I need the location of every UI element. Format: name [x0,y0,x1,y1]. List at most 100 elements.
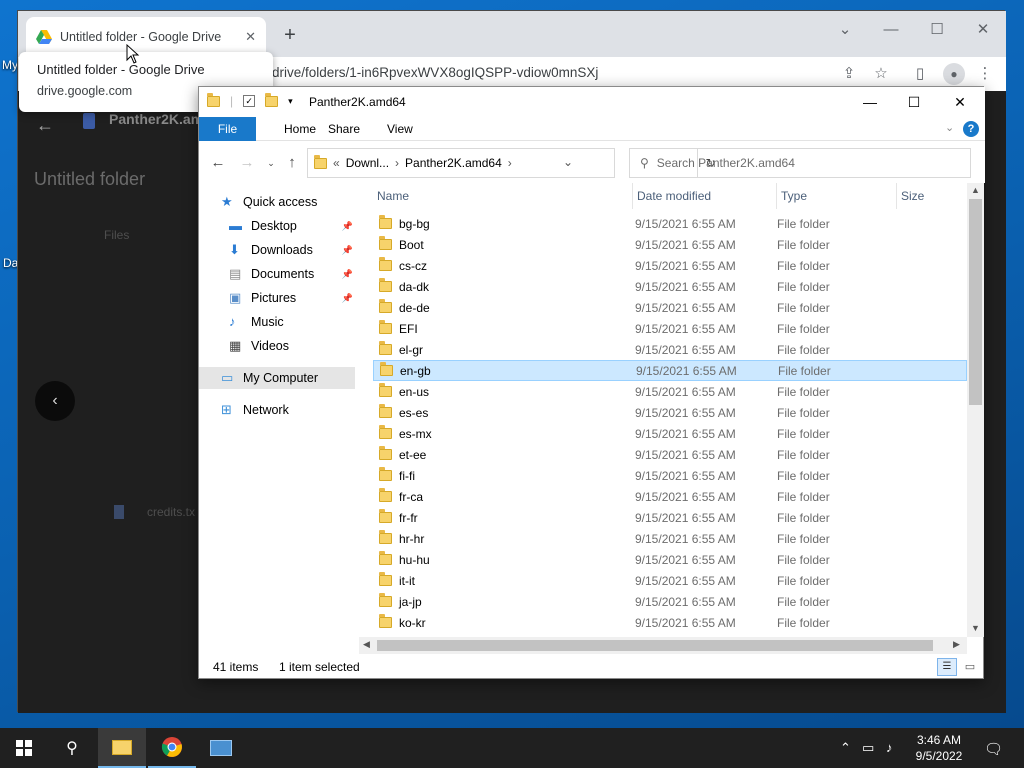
nav-item[interactable]: ⊞ Network [199,399,355,421]
breadcrumb-overflow[interactable]: « [333,156,340,170]
details-view-icon[interactable]: ☰ [937,658,957,676]
column-headers: Name Date modified Type Size [373,183,967,209]
close-window-button[interactable]: ✕ [968,17,998,43]
file-row[interactable]: da-dk 9/15/2021 6:55 AM File folder [373,276,967,297]
file-row[interactable]: fr-fr 9/15/2021 6:55 AM File folder [373,507,967,528]
minimize-button[interactable]: — [876,17,906,43]
file-row[interactable]: EFI 9/15/2021 6:55 AM File folder [373,318,967,339]
scroll-down-icon[interactable]: ▼ [971,623,980,633]
back-arrow-icon[interactable]: ← [208,153,228,173]
expand-ribbon-icon[interactable]: ⌄ [945,121,954,134]
menu-kebab-icon[interactable]: ⋮ [976,65,994,83]
help-icon[interactable]: ? [963,121,979,137]
scroll-left-icon[interactable]: ◀ [363,639,370,650]
file-row[interactable]: ko-kr 9/15/2021 6:55 AM File folder [373,612,967,633]
file-row[interactable]: es-es 9/15/2021 6:55 AM File folder [373,402,967,423]
search-box[interactable]: ⚲ Search Panther2K.amd64 [629,148,971,178]
explorer-titlebar: | ✓ ▾ Panther2K.amd64 — ☐ ✕ [199,87,985,117]
folder-icon [379,257,392,271]
scroll-right-icon[interactable]: ▶ [953,639,960,650]
nav-item[interactable]: ★ Quick access [199,191,355,213]
tab-share[interactable]: Share [316,117,372,141]
nav-item[interactable]: ▤ Documents 📌 [199,263,355,285]
column-name[interactable]: Name [373,183,633,209]
file-row[interactable]: fr-ca 9/15/2021 6:55 AM File folder [373,486,967,507]
browser-tab[interactable]: Untitled folder - Google Drive ✕ [26,17,266,57]
large-icons-view-icon[interactable]: ▭ [961,658,979,676]
side-panel-icon[interactable]: ▯ [911,65,929,83]
previous-arrow-button[interactable]: ‹ [35,381,75,421]
up-arrow-icon[interactable]: ↑ [282,153,302,173]
nav-item[interactable]: ⬇ Downloads 📌 [199,239,355,261]
start-button[interactable] [0,728,48,768]
show-hidden-icons-icon[interactable]: ⌃ [840,740,851,756]
share-icon[interactable]: ⇪ [840,65,858,83]
file-row[interactable]: et-ee 9/15/2021 6:55 AM File folder [373,444,967,465]
customize-dropdown-icon[interactable]: ▾ [288,96,293,107]
file-row[interactable]: en-us 9/15/2021 6:55 AM File folder [373,381,967,402]
file-row[interactable]: it-it 9/15/2021 6:55 AM File folder [373,570,967,591]
nav-item[interactable]: ▭ My Computer [199,367,355,389]
column-type[interactable]: Type [777,183,897,209]
tab-view[interactable]: View [375,117,425,141]
clock[interactable]: 3:46 AM 9/5/2022 [904,732,974,764]
close-tab-icon[interactable]: ✕ [245,29,256,45]
notifications-icon[interactable]: 🗨 [984,740,1003,758]
nav-item[interactable]: ▣ Pictures 📌 [199,287,355,309]
horizontal-scroll-thumb[interactable] [377,640,933,651]
file-row[interactable]: hr-hr 9/15/2021 6:55 AM File folder [373,528,967,549]
file-explorer-taskbar-button[interactable] [98,728,146,768]
file-name[interactable]: credits.tx [147,505,195,519]
date-cell: 9/15/2021 6:55 AM [635,237,736,252]
tab-file[interactable]: File [199,117,256,141]
new-tab-button[interactable]: + [280,25,300,45]
breadcrumb-chevron-icon[interactable]: › [395,156,399,170]
file-row[interactable]: bg-bg 9/15/2021 6:55 AM File folder [373,213,967,234]
breadcrumb-downloads[interactable]: Downl... [346,156,389,170]
file-row[interactable]: es-mx 9/15/2021 6:55 AM File folder [373,423,967,444]
profile-avatar-icon[interactable]: ● [943,63,965,85]
minimize-button[interactable]: — [847,89,893,115]
column-size[interactable]: Size [897,183,967,209]
url-text[interactable]: drive/folders/1-in6RpvexWVX8ogIQSPP-vdio… [272,65,598,80]
back-arrow-icon[interactable]: ← [36,115,54,136]
breadcrumb-chevron-icon[interactable]: › [508,156,512,170]
clock-date: 9/5/2022 [915,749,963,763]
file-row[interactable]: cs-cz 9/15/2021 6:55 AM File folder [373,255,967,276]
volume-icon[interactable]: ♪ [886,740,893,755]
file-row[interactable]: hu-hu 9/15/2021 6:55 AM File folder [373,549,967,570]
vertical-scrollbar[interactable]: ▲ ▼ [967,183,984,637]
file-row[interactable]: ja-jp 9/15/2021 6:55 AM File folder [373,591,967,612]
tab-search-icon[interactable]: ⌄ [830,17,860,43]
nav-item[interactable]: ▦ Videos [199,335,355,357]
file-row[interactable]: Boot 9/15/2021 6:55 AM File folder [373,234,967,255]
recent-dropdown-icon[interactable]: ⌄ [261,153,281,173]
new-folder-icon[interactable] [265,92,279,107]
breadcrumb-current[interactable]: Panther2K.amd64 [405,156,502,170]
address-dropdown-icon[interactable]: ⌄ [563,155,573,169]
network-icon[interactable]: ▭ [862,740,874,756]
search-icon[interactable]: ⚲ [48,728,96,768]
horizontal-scrollbar[interactable]: ◀ ▶ [359,637,967,654]
close-button[interactable]: ✕ [937,89,983,115]
scroll-up-icon[interactable]: ▲ [971,185,980,195]
file-row[interactable]: el-gr 9/15/2021 6:55 AM File folder [373,339,967,360]
chrome-taskbar-button[interactable] [148,728,196,768]
file-row[interactable]: en-gb 9/15/2021 6:55 AM File folder [373,360,967,381]
maximize-button[interactable]: ☐ [891,89,937,115]
bookmark-star-icon[interactable]: ☆ [872,65,890,83]
properties-check-icon[interactable]: ✓ [243,95,256,107]
desktop-icon-label[interactable]: My [2,58,18,72]
forward-arrow-icon[interactable]: → [237,153,257,173]
address-bar[interactable]: « Downl... › Panther2K.amd64 › ⌄ ↻ [307,148,716,178]
file-row[interactable]: de-de 9/15/2021 6:55 AM File folder [373,297,967,318]
column-date[interactable]: Date modified [633,183,777,209]
nav-item[interactable]: ▬ Desktop 📌 [199,215,355,237]
app-taskbar-button[interactable] [197,728,245,768]
maximize-button[interactable]: ☐ [922,17,952,43]
file-name: de-de [399,300,430,315]
file-row[interactable]: fi-fi 9/15/2021 6:55 AM File folder [373,465,967,486]
vertical-scroll-thumb[interactable] [969,199,982,405]
nav-item-label: Videos [251,339,289,353]
nav-item[interactable]: ♪ Music [199,311,355,333]
